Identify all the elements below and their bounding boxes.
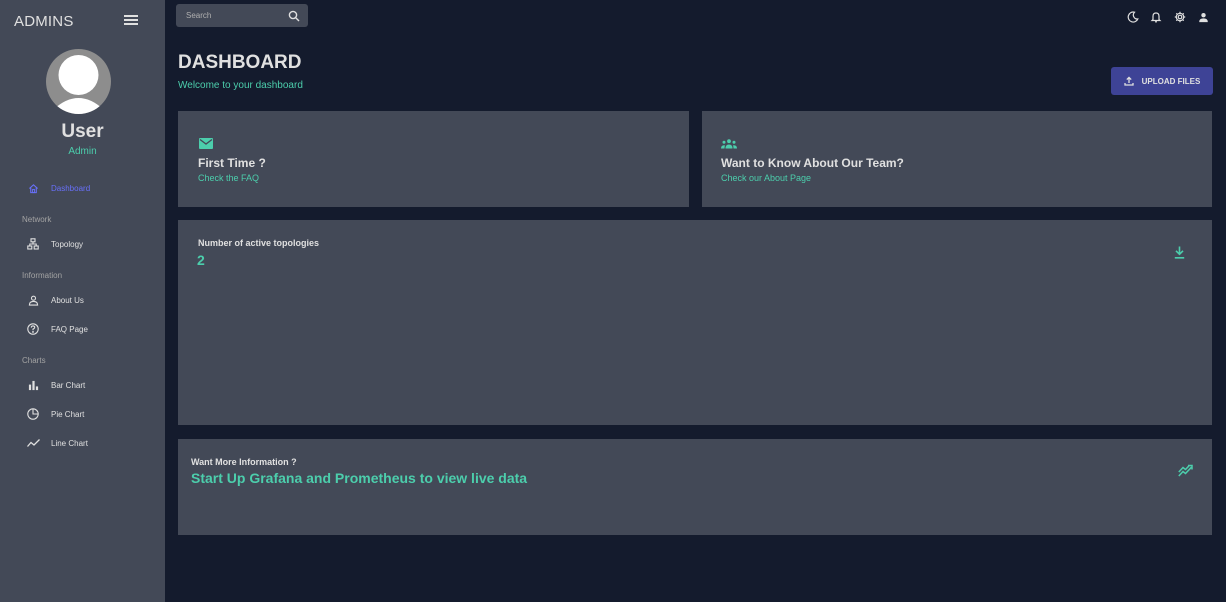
person-icon: [26, 293, 40, 307]
upload-icon: [1124, 76, 1134, 86]
person-icon[interactable]: [1198, 10, 1210, 23]
sidebar-item-faq[interactable]: FAQ Page: [20, 317, 160, 341]
settings-icon[interactable]: [1174, 10, 1186, 23]
check-faq-link[interactable]: Check the FAQ: [198, 173, 259, 183]
search-input[interactable]: [176, 11, 281, 20]
faq-card-title: First Time ?: [198, 156, 266, 170]
sidebar-item-pie-chart[interactable]: Pie Chart: [20, 402, 160, 426]
topologies-card: Number of active topologies 2: [178, 220, 1212, 425]
topologies-value: 2: [197, 252, 205, 268]
grafana-card: Want More Information ? Start Up Grafana…: [178, 439, 1212, 535]
section-information: Information: [22, 271, 63, 280]
sidebar-item-label: About Us: [51, 295, 84, 305]
sidebar-item-label: Topology: [51, 239, 84, 249]
upload-files-label: UPLOAD FILES: [1141, 76, 1201, 86]
search-box: [176, 4, 308, 27]
brand-title: ADMINS: [14, 13, 74, 30]
search-icon[interactable]: [288, 9, 300, 22]
grafana-prometheus-link[interactable]: Start Up Grafana and Prometheus to view …: [191, 470, 527, 486]
upload-files-button[interactable]: UPLOAD FILES: [1111, 67, 1213, 95]
section-charts: Charts: [22, 356, 46, 365]
faq-card: First Time ? Check the FAQ: [178, 111, 689, 207]
team-card-title: Want to Know About Our Team?: [721, 156, 904, 170]
sidebar: ADMINS User Admin Dashboard Network Topo…: [0, 0, 165, 602]
groups-icon: [721, 136, 737, 154]
sidebar-item-label: Bar Chart: [51, 380, 86, 390]
about-page-link[interactable]: Check our About Page: [721, 173, 811, 183]
pie-chart-icon: [26, 407, 40, 421]
download-icon[interactable]: [1174, 246, 1185, 264]
sidebar-item-bar-chart[interactable]: Bar Chart: [20, 373, 160, 397]
menu-toggle-icon[interactable]: [124, 15, 138, 27]
trending-icon[interactable]: [1178, 464, 1193, 482]
sidebar-item-line-chart[interactable]: Line Chart: [20, 431, 160, 455]
section-network: Network: [22, 215, 52, 224]
sidebar-item-topology[interactable]: Topology: [20, 232, 160, 256]
page-title: DASHBOARD: [178, 52, 302, 73]
line-chart-icon: [26, 436, 40, 450]
notifications-icon[interactable]: [1150, 10, 1162, 23]
avatar: [46, 49, 111, 114]
user-name: User: [61, 121, 104, 142]
page-subtitle: Welcome to your dashboard: [178, 80, 303, 91]
email-icon: [199, 136, 213, 154]
help-circle-icon: [26, 322, 40, 336]
team-card: Want to Know About Our Team? Check our A…: [702, 111, 1212, 207]
sitemap-icon: [26, 237, 40, 251]
sidebar-item-label: Pie Chart: [51, 409, 85, 419]
sidebar-item-label: Line Chart: [51, 438, 88, 448]
topologies-label: Number of active topologies: [198, 238, 320, 248]
sidebar-item-label: Dashboard: [51, 183, 91, 193]
more-info-label: Want More Information ?: [191, 457, 297, 467]
dark-mode-icon[interactable]: [1127, 10, 1139, 23]
sidebar-item-dashboard[interactable]: Dashboard: [20, 176, 160, 200]
sidebar-item-about-us[interactable]: About Us: [20, 288, 160, 312]
user-role: Admin: [68, 146, 97, 157]
bar-chart-icon: [26, 378, 40, 392]
sidebar-item-label: FAQ Page: [51, 324, 88, 334]
home-icon: [26, 181, 40, 195]
